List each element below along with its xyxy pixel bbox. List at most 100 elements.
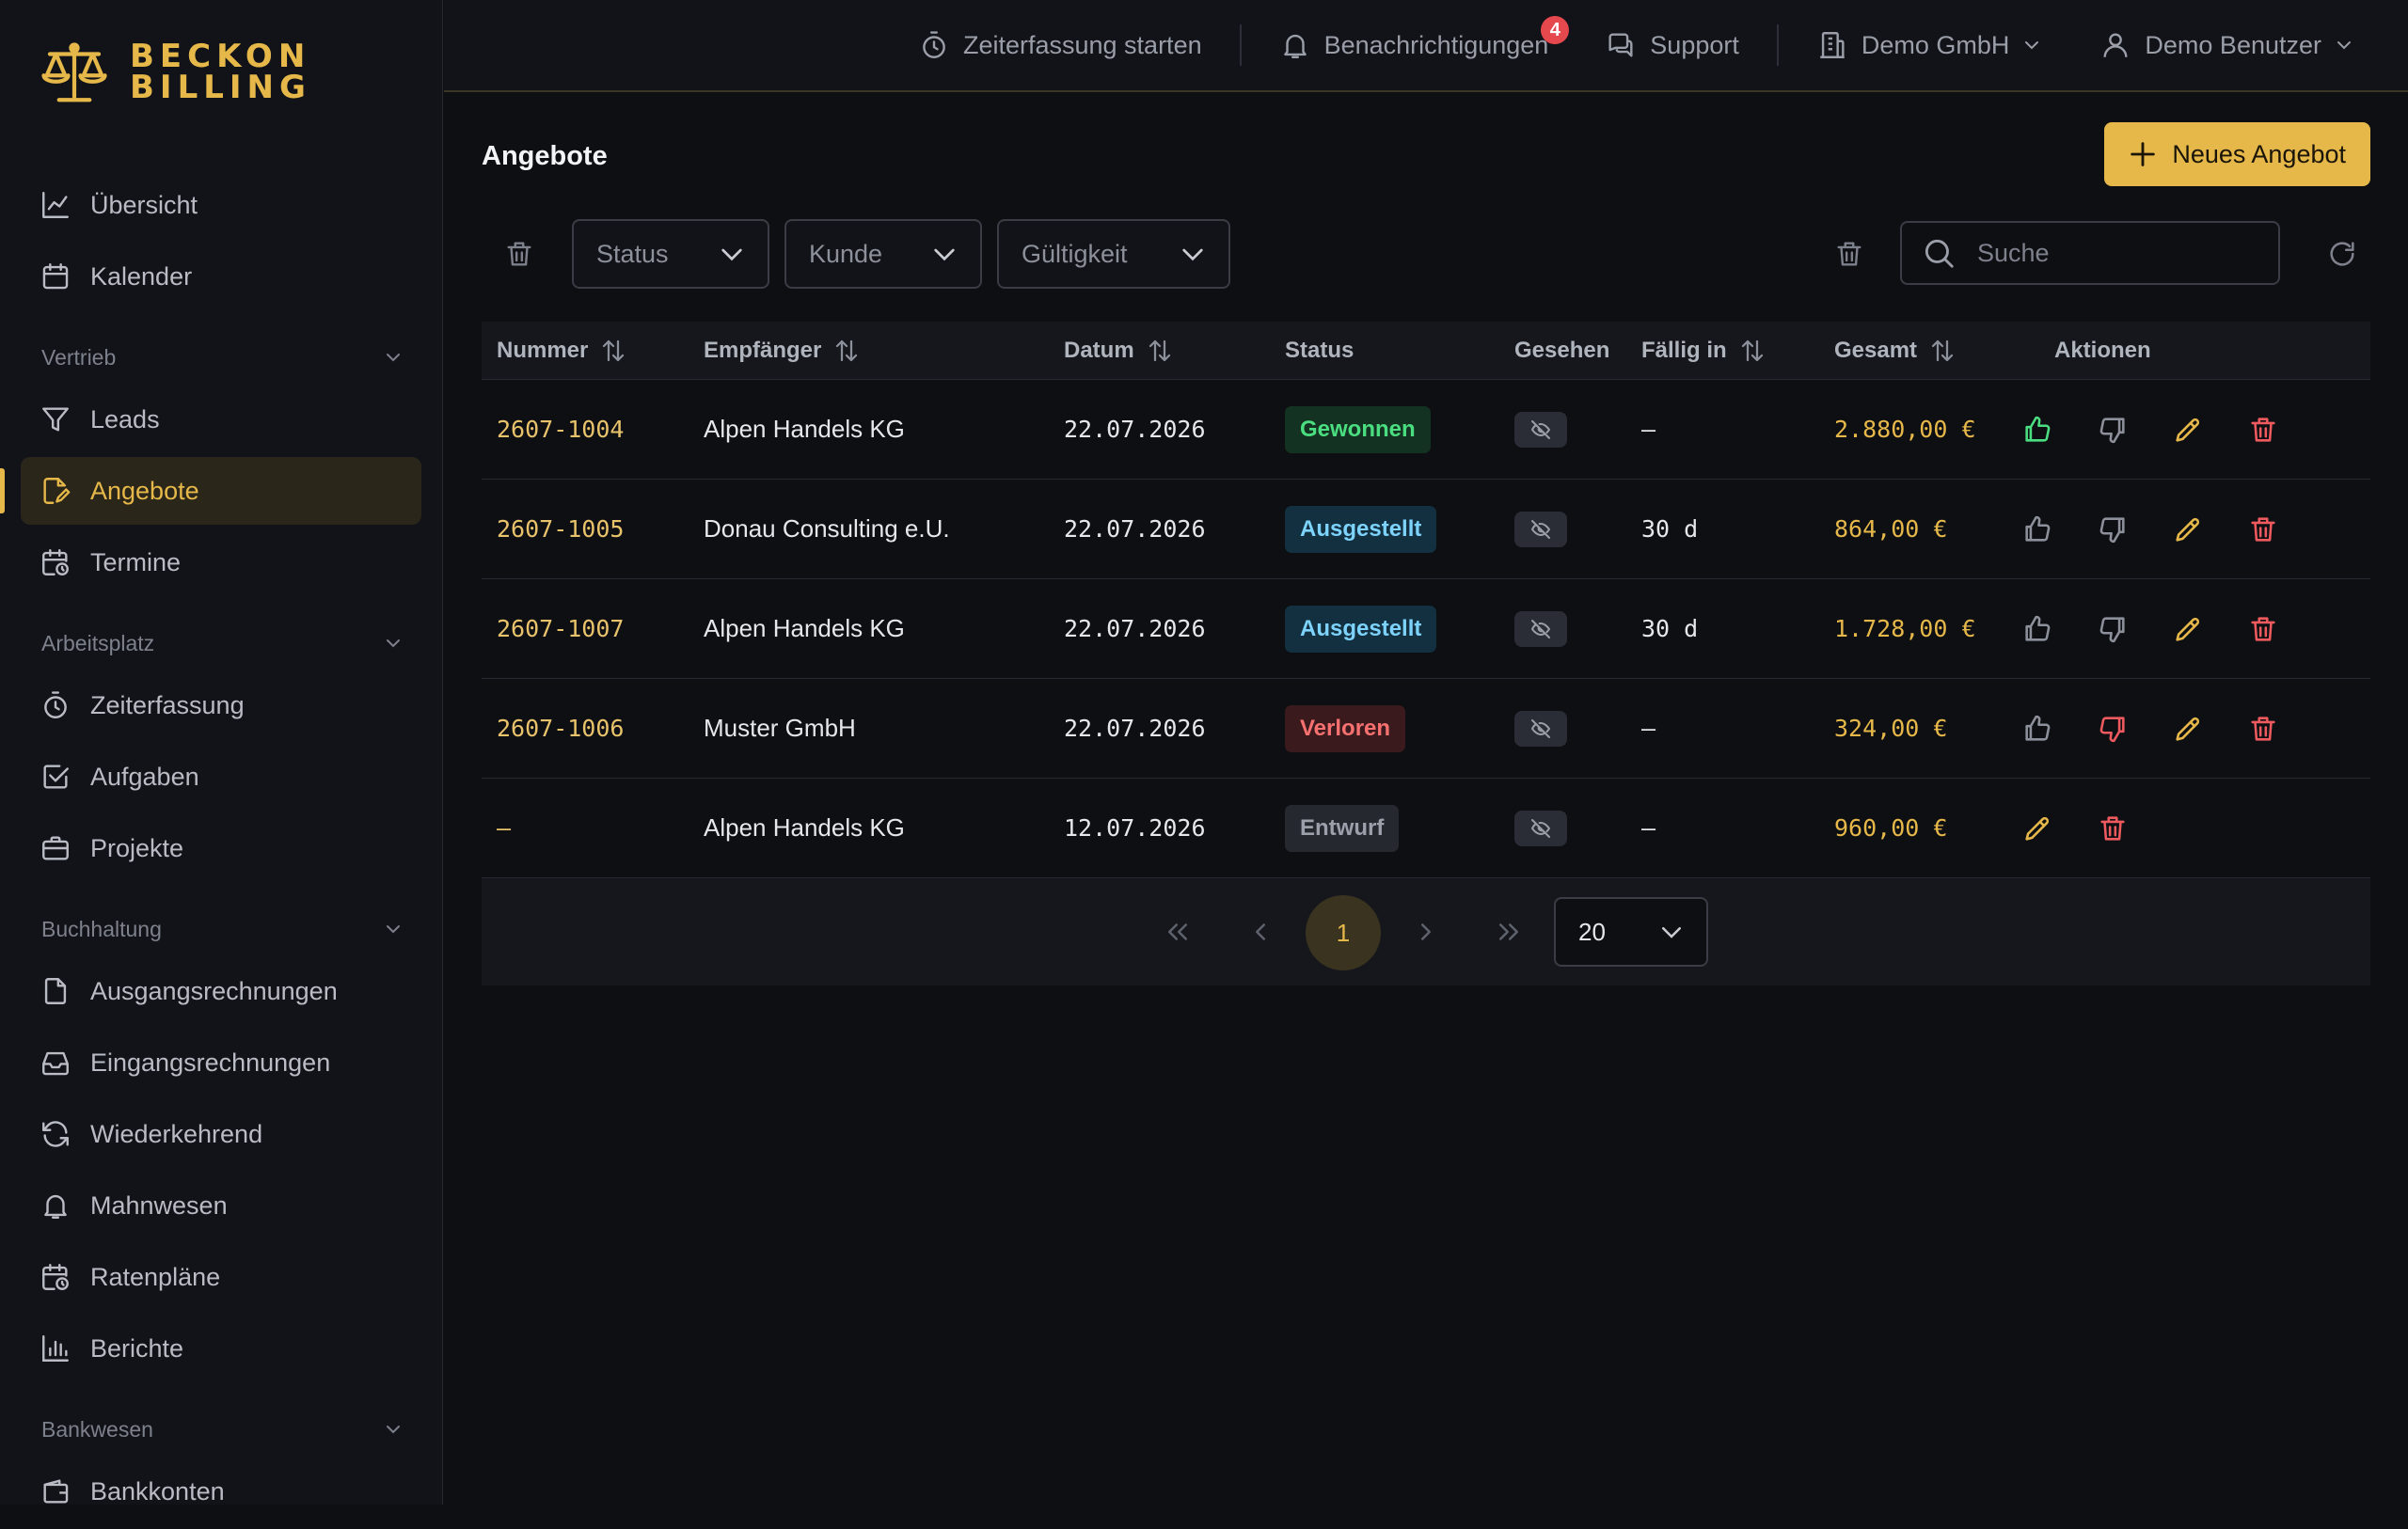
mark-won-button[interactable] xyxy=(2011,702,2064,755)
mark-won-button[interactable] xyxy=(2011,403,2064,456)
table-row[interactable]: 2607-1004 Alpen Handels KG 22.07.2026 Gewon… xyxy=(482,380,2370,480)
section-vertrieb[interactable]: Vertrieb xyxy=(21,329,421,386)
column-faellig[interactable]: Fällig in xyxy=(1641,322,1766,380)
customer-filter[interactable]: Kunde xyxy=(784,219,982,289)
current-page[interactable]: 1 xyxy=(1306,895,1381,970)
status-filter[interactable]: Status xyxy=(572,219,769,289)
edit-button[interactable] xyxy=(2162,503,2214,556)
sidebar-item-bankkonten[interactable]: Bankkonten xyxy=(21,1458,421,1525)
pencil-icon xyxy=(2176,717,2200,741)
search-input[interactable] xyxy=(1977,238,2259,268)
sidebar-item-ratenplaene[interactable]: Ratenpläne xyxy=(21,1243,421,1311)
status-filter-label: Status xyxy=(596,239,669,268)
status-cell: Entwurf xyxy=(1285,779,1400,877)
checkbox-icon xyxy=(43,764,69,789)
sidebar-item-label: Ratenpläne xyxy=(90,1262,221,1291)
clear-search-button[interactable] xyxy=(1821,226,1877,282)
sidebar-item-uebersicht[interactable]: Übersicht xyxy=(21,171,421,239)
new-offer-button[interactable]: Neues Angebot xyxy=(2104,122,2370,186)
support-button[interactable]: Support xyxy=(1605,0,1739,91)
sidebar-item-label: Leads xyxy=(90,404,160,433)
notifications-button[interactable]: Benachrichtigungen 4 xyxy=(1279,0,1570,91)
sidebar-item-aufgaben[interactable]: Aufgaben xyxy=(21,743,421,811)
sidebar-item-mahnwesen[interactable]: Mahnwesen xyxy=(21,1172,421,1239)
mark-lost-button[interactable] xyxy=(2086,503,2139,556)
delete-button[interactable] xyxy=(2086,802,2139,855)
sort-icon xyxy=(836,339,858,362)
sidebar-item-termine[interactable]: Termine xyxy=(21,528,421,596)
sidebar-item-kalender[interactable]: Kalender xyxy=(21,243,421,310)
validity-filter-label: Gültigkeit xyxy=(1022,239,1128,268)
section-buchhaltung[interactable]: Buchhaltung xyxy=(21,901,421,957)
thumbs-down-icon xyxy=(2099,418,2125,444)
file-icon xyxy=(44,978,67,1004)
sidebar-item-projekte[interactable]: Projekte xyxy=(21,814,421,882)
column-nummer[interactable]: Nummer xyxy=(497,322,627,380)
seen-indicator xyxy=(1514,511,1567,547)
table-row[interactable]: 2607-1007 Alpen Handels KG 22.07.2026 Ausge… xyxy=(482,579,2370,679)
last-page-button[interactable] xyxy=(1479,902,1539,962)
refresh-icon xyxy=(2330,242,2354,266)
page-size-select[interactable]: 20 xyxy=(1554,897,1708,967)
next-page-button[interactable] xyxy=(1396,902,1456,962)
sidebar-item-angebote[interactable]: Angebote xyxy=(0,457,421,525)
brand-logo[interactable]: BECKON BILLING xyxy=(38,36,311,109)
offers-table: Nummer Empfänger Datum Status Gesehen Fä… xyxy=(482,322,2370,985)
mark-lost-button[interactable] xyxy=(2086,603,2139,655)
column-datum[interactable]: Datum xyxy=(1064,322,1174,380)
edit-button[interactable] xyxy=(2162,403,2214,456)
start-time-tracking-button[interactable]: Zeiterfassung starten xyxy=(918,0,1202,91)
company-switcher[interactable]: Demo GmbH xyxy=(1816,0,2044,91)
reload-button[interactable] xyxy=(2314,226,2370,282)
table-row[interactable]: 2607-1005 Donau Consulting e.U. 22.07.2026… xyxy=(482,480,2370,579)
sidebar-item-leads[interactable]: Leads xyxy=(21,386,421,453)
total-amount: 1.728,00 € xyxy=(1834,615,1976,642)
mark-lost-button[interactable] xyxy=(2086,403,2139,456)
section-bankwesen[interactable]: Bankwesen xyxy=(21,1401,421,1458)
first-page-button[interactable] xyxy=(1148,902,1208,962)
edit-button[interactable] xyxy=(2162,603,2214,655)
recipient: Alpen Handels KG xyxy=(704,813,905,842)
delete-button[interactable] xyxy=(2237,403,2289,456)
offer-number[interactable]: – xyxy=(497,779,511,877)
due-in: 30 d xyxy=(1641,615,1699,642)
sidebar-item-ausgangsrechnungen[interactable]: Ausgangsrechnungen xyxy=(21,957,421,1025)
user-menu[interactable]: Demo Benutzer xyxy=(2099,0,2355,91)
column-empfaenger[interactable]: Empfänger xyxy=(704,322,861,380)
new-offer-label: Neues Angebot xyxy=(2172,139,2346,168)
offer-number[interactable]: 2607-1006 xyxy=(497,679,624,778)
sidebar-item-wiederkehrend[interactable]: Wiederkehrend xyxy=(21,1100,421,1168)
sidebar-item-berichte[interactable]: Berichte xyxy=(21,1315,421,1382)
validity-filter[interactable]: Gültigkeit xyxy=(997,219,1230,289)
column-gesamt[interactable]: Gesamt xyxy=(1834,322,1956,380)
delete-button[interactable] xyxy=(2237,702,2289,755)
seen-indicator xyxy=(1514,411,1567,448)
chevron-down-icon xyxy=(387,639,400,648)
table-row[interactable]: 2607-1006 Muster GmbH 22.07.2026 Verloren – 3… xyxy=(482,679,2370,779)
delete-button[interactable] xyxy=(2237,503,2289,556)
sidebar-item-zeiterfassung[interactable]: Zeiterfassung xyxy=(21,671,421,739)
mark-won-button[interactable] xyxy=(2011,503,2064,556)
table-row[interactable]: – Alpen Handels KG 12.07.2026 Entwurf – 960,0… xyxy=(482,779,2370,878)
clear-filters-button[interactable] xyxy=(491,226,547,282)
wallet-icon xyxy=(43,1479,69,1504)
section-arbeitsplatz[interactable]: Arbeitsplatz xyxy=(21,615,421,671)
mark-lost-button[interactable] xyxy=(2086,702,2139,755)
stopwatch-icon xyxy=(923,31,945,58)
sidebar-item-eingangsrechnungen[interactable]: Eingangsrechnungen xyxy=(21,1029,421,1096)
delete-button[interactable] xyxy=(2237,603,2289,655)
offer-number[interactable]: 2607-1005 xyxy=(497,480,624,578)
seen-indicator xyxy=(1514,710,1567,747)
offer-number[interactable]: 2607-1007 xyxy=(497,579,624,678)
thumbs-down-icon xyxy=(2099,617,2125,643)
mark-won-button[interactable] xyxy=(2011,603,2064,655)
stopwatch-icon xyxy=(44,691,67,718)
seen-cell xyxy=(1514,380,1567,479)
offer-number[interactable]: 2607-1004 xyxy=(497,380,624,479)
edit-button[interactable] xyxy=(2011,802,2064,855)
eye-off-icon xyxy=(1531,619,1550,638)
edit-button[interactable] xyxy=(2162,702,2214,755)
previous-page-button[interactable] xyxy=(1230,902,1291,962)
sort-icon xyxy=(1149,339,1170,362)
section-label: Bankwesen xyxy=(41,1416,153,1442)
